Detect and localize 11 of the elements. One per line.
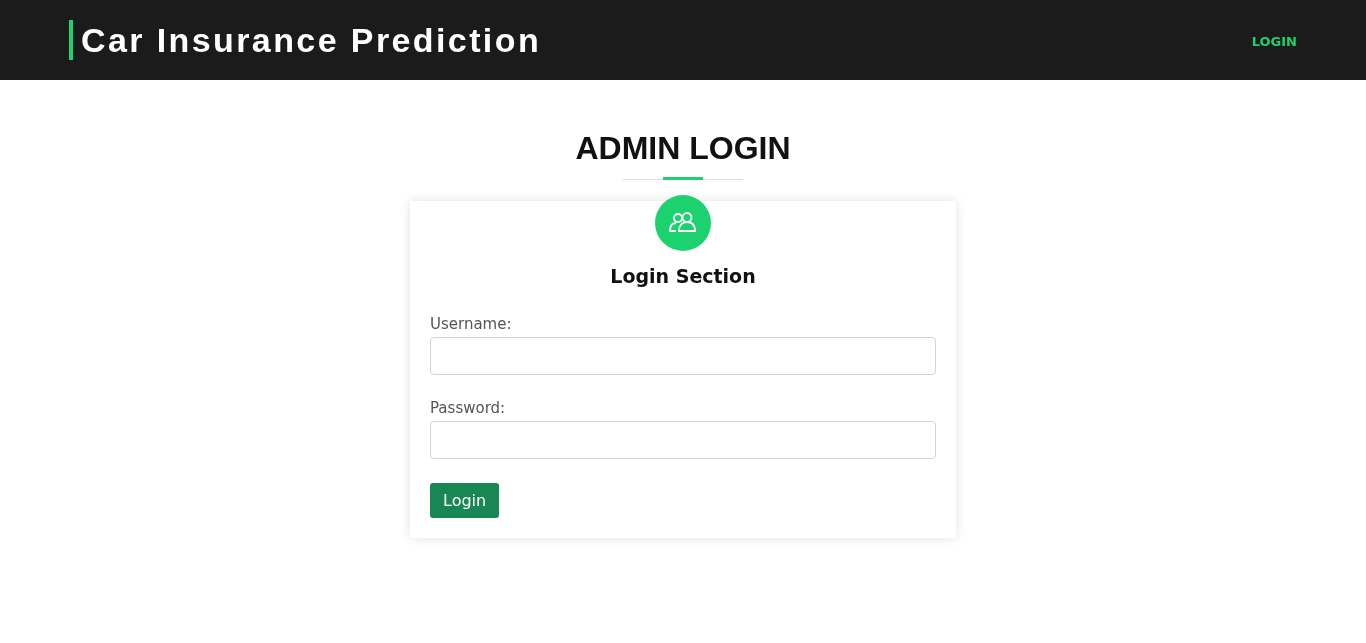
field-label: Username: [430,315,513,333]
login-button[interactable]: Login [430,483,500,518]
site-title: Car Insurance Prediction [81,20,542,60]
field-label: Password: [430,399,507,417]
input-field[interactable] [430,337,936,375]
card-title: Login Section [609,265,757,287]
page-title: ADMIN LOGIN [575,130,791,167]
accent-bar [69,20,73,60]
nav-link[interactable]: LOGIN [1251,33,1297,49]
users-icon [655,195,711,251]
input-field[interactable] [430,421,936,459]
